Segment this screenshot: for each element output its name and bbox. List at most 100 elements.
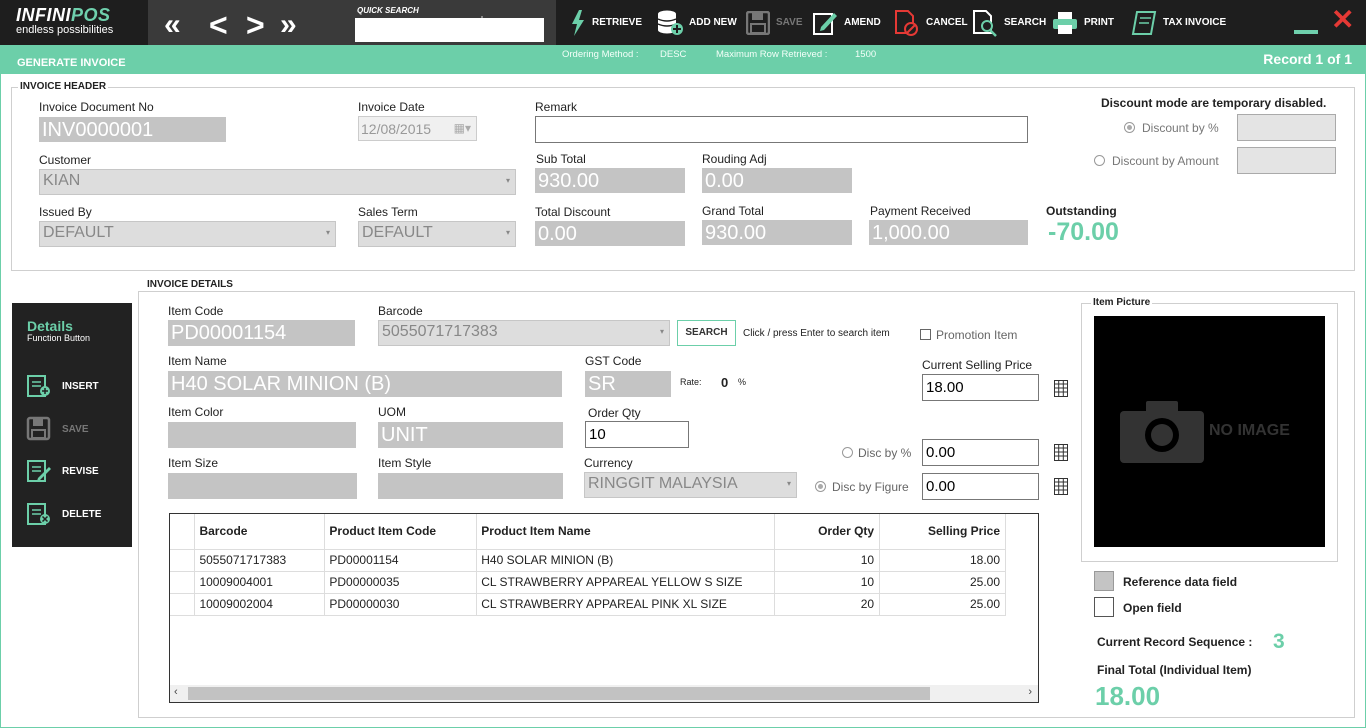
- cancel-button[interactable]: CANCEL: [894, 0, 968, 45]
- search-button[interactable]: SEARCH: [972, 0, 1046, 45]
- promotion-label: Promotion Item: [936, 328, 1018, 342]
- horizontal-scrollbar[interactable]: ‹ ›: [170, 685, 1038, 702]
- cell-product-code: PD00001154: [324, 549, 478, 572]
- cell-product-code: PD00000035: [324, 571, 478, 594]
- add-new-button[interactable]: ADD NEW: [657, 0, 737, 45]
- tax-invoice-button[interactable]: TAX INVOICE: [1131, 0, 1226, 45]
- logo-text-infini: INFINI: [16, 5, 71, 25]
- rounding-label: Rouding Adj: [702, 152, 767, 166]
- issued-by-value: DEFAULT: [43, 224, 114, 241]
- details-function-panel: Details Function Button INSERT SAVE REVI…: [12, 303, 132, 547]
- col-product-code[interactable]: Product Item Code: [324, 514, 478, 550]
- col-barcode[interactable]: Barcode: [194, 514, 326, 550]
- current-selling-price-input[interactable]: [922, 374, 1039, 401]
- discount-amount-field[interactable]: [1237, 147, 1336, 174]
- issued-by-select[interactable]: DEFAULT ▾: [39, 221, 336, 247]
- item-picture-legend: Item Picture: [1091, 297, 1153, 308]
- row-selector[interactable]: [170, 571, 196, 594]
- quick-search-label: QUICK SEARCH: [357, 6, 419, 15]
- rounding-field: 0.00: [702, 168, 852, 193]
- row-selector[interactable]: [170, 593, 196, 616]
- payment-received-label: Payment Received: [870, 204, 971, 218]
- invoice-date-value: 12/08/2015: [361, 121, 432, 137]
- table-row[interactable]: 10009004001 PD00000035 CL STRAWBERRY APP…: [170, 571, 1006, 594]
- sales-term-select[interactable]: DEFAULT ▾: [358, 221, 516, 247]
- discount-percent-radio[interactable]: [1124, 122, 1135, 133]
- printer-icon: [1053, 11, 1077, 34]
- final-total-label: Final Total (Individual Item): [1097, 663, 1252, 677]
- invoice-date-picker[interactable]: 12/08/2015 ▦▾: [358, 116, 477, 141]
- sub-total-label: Sub Total: [536, 152, 586, 166]
- customer-select[interactable]: KIAN ▾: [39, 169, 516, 195]
- scrollbar-thumb[interactable]: [188, 687, 930, 700]
- disc-figure-input[interactable]: [922, 473, 1039, 500]
- scroll-left-icon[interactable]: ‹: [174, 686, 178, 698]
- item-search-button[interactable]: SEARCH: [677, 320, 736, 346]
- customer-value: KIAN: [43, 172, 81, 189]
- order-qty-input[interactable]: [585, 421, 689, 448]
- search-document-icon: [973, 9, 997, 37]
- item-name-label: Item Name: [168, 354, 227, 368]
- barcode-select[interactable]: 5055071717383 ▾: [378, 320, 670, 346]
- calculator-icon[interactable]: [1054, 444, 1068, 461]
- payment-received-field: 1,000.00: [869, 220, 1028, 245]
- discount-percent-field[interactable]: [1237, 114, 1336, 141]
- cell-product-name: CL STRAWBERRY APPAREAL YELLOW S SIZE: [476, 571, 776, 594]
- disc-percent-radio[interactable]: [842, 447, 853, 458]
- save-label: SAVE: [776, 17, 803, 28]
- delete-button[interactable]: DELETE: [26, 502, 101, 526]
- table-row[interactable]: 10009002004 PD00000030 CL STRAWBERRY APP…: [170, 593, 1006, 616]
- currency-label: Currency: [584, 456, 633, 470]
- record-sequence-label: Current Record Sequence :: [1097, 635, 1253, 649]
- scroll-right-icon[interactable]: ›: [1028, 686, 1032, 698]
- item-code-label: Item Code: [168, 304, 224, 318]
- first-record-button[interactable]: «: [164, 10, 181, 40]
- close-button[interactable]: ✕: [1331, 6, 1354, 34]
- cell-order-qty: 10: [774, 549, 881, 572]
- currency-select[interactable]: RINGGIT MALAYSIA ▾: [584, 472, 797, 498]
- disc-figure-label: Disc by Figure: [832, 480, 909, 494]
- last-record-button[interactable]: »: [280, 10, 297, 40]
- retrieve-label: RETRIEVE: [592, 17, 643, 28]
- calculator-icon[interactable]: [1054, 478, 1068, 495]
- print-label: PRINT: [1084, 17, 1114, 28]
- print-button[interactable]: PRINT: [1052, 0, 1114, 45]
- invoice-date-label: Invoice Date: [358, 100, 425, 114]
- disc-figure-radio[interactable]: [815, 481, 826, 492]
- panel-title: Details: [27, 318, 73, 334]
- add-new-label: ADD NEW: [689, 17, 737, 28]
- uom-label: UOM: [378, 405, 406, 419]
- previous-record-button[interactable]: <: [209, 9, 228, 41]
- item-style-field: [378, 473, 563, 499]
- insert-icon: [27, 375, 50, 397]
- reference-field-swatch: [1094, 571, 1114, 591]
- calculator-icon[interactable]: [1054, 380, 1068, 397]
- revise-icon: [27, 460, 51, 482]
- doc-no-field: INV0000001: [39, 117, 226, 142]
- table-row[interactable]: 5055071717383 PD00001154 H40 SOLAR MINIO…: [170, 549, 1006, 572]
- doc-no-label: Invoice Document No: [39, 100, 154, 114]
- amend-button[interactable]: AMEND: [812, 0, 881, 45]
- col-selling-price[interactable]: Selling Price: [879, 514, 1006, 550]
- retrieve-button[interactable]: RETRIEVE: [570, 0, 642, 45]
- discount-amount-radio[interactable]: [1094, 155, 1105, 166]
- discount-amount-label: Discount by Amount: [1112, 154, 1219, 168]
- promotion-checkbox[interactable]: [920, 329, 931, 340]
- logo-tagline: endless possibilities: [16, 24, 114, 36]
- disc-percent-label: Disc by %: [858, 446, 912, 460]
- details-save-button[interactable]: SAVE: [26, 416, 89, 442]
- sub-total-field: 930.00: [535, 168, 685, 193]
- max-row-value: 1500: [855, 49, 877, 60]
- col-product-name[interactable]: Product Item Name: [476, 514, 776, 550]
- minimize-button[interactable]: [1294, 30, 1318, 34]
- remark-input[interactable]: [535, 116, 1028, 143]
- revise-button[interactable]: REVISE: [26, 459, 99, 483]
- quick-search-input[interactable]: [355, 18, 544, 42]
- next-record-button[interactable]: >: [246, 9, 265, 41]
- save-button[interactable]: SAVE: [746, 0, 803, 45]
- col-order-qty[interactable]: Order Qty: [774, 514, 881, 550]
- search-label: SEARCH: [1004, 17, 1047, 28]
- row-selector[interactable]: [170, 549, 196, 572]
- disc-percent-input[interactable]: [922, 439, 1039, 466]
- insert-button[interactable]: INSERT: [26, 374, 99, 398]
